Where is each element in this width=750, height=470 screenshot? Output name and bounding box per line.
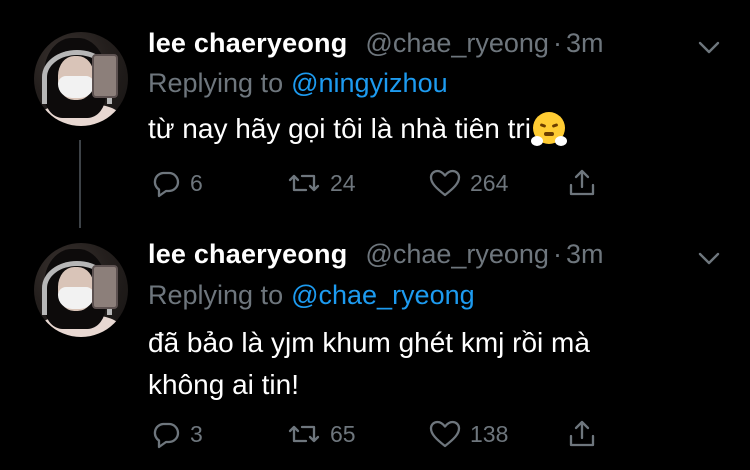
display-name[interactable]: lee chaeryeong (148, 28, 347, 59)
retweet-count: 24 (330, 169, 356, 196)
share-button[interactable] (566, 418, 598, 450)
mention-link[interactable]: @ningyizhou (291, 68, 448, 98)
replying-prefix: Replying to (148, 280, 284, 310)
caret-down-icon[interactable] (696, 38, 722, 58)
separator: · (552, 239, 562, 269)
share-icon (569, 169, 595, 196)
separator: · (552, 28, 562, 58)
retweet-icon (288, 425, 320, 443)
tweet-text: đã bảo là yjm khum ghét kmj rồi mà không… (148, 322, 708, 406)
reply-icon (153, 422, 180, 449)
retweet-icon (288, 174, 320, 192)
share-icon (569, 420, 595, 447)
timestamp[interactable]: 3m (566, 239, 604, 270)
replying-to: Replying to @chae_ryeong (148, 280, 475, 311)
like-icon (429, 169, 461, 197)
user-handle[interactable]: @chae_ryeong (365, 28, 549, 59)
caret-down-icon[interactable] (696, 249, 722, 269)
user-handle[interactable]: @chae_ryeong (365, 239, 549, 270)
share-button[interactable] (566, 167, 598, 199)
like-count: 264 (470, 169, 509, 196)
tweet-1[interactable]: lee chaeryeong @chae_ryeong · 3m Replyin… (0, 0, 750, 225)
tweet-text-content: từ nay hãy gọi tôi là nhà tiên tri (148, 113, 531, 144)
reply-count: 6 (190, 169, 203, 196)
reply-icon (153, 171, 180, 198)
reply-count: 3 (190, 420, 203, 447)
tweet-2[interactable]: lee chaeryeong @chae_ryeong · 3m Replyin… (0, 225, 750, 470)
retweet-button[interactable]: 65 (286, 418, 356, 450)
like-icon (429, 420, 461, 448)
avatar[interactable] (34, 243, 128, 337)
like-count: 138 (470, 420, 509, 447)
retweet-button[interactable]: 24 (286, 167, 356, 199)
like-button[interactable]: 138 (428, 418, 508, 450)
tweet-header: lee chaeryeong @chae_ryeong · 3m (148, 28, 603, 59)
replying-to: Replying to @ningyizhou (148, 68, 448, 99)
mention-link[interactable]: @chae_ryeong (291, 280, 475, 310)
thread-line (79, 140, 81, 228)
retweet-count: 65 (330, 420, 356, 447)
like-button[interactable]: 264 (428, 167, 508, 199)
reply-button[interactable]: 6 (150, 167, 203, 199)
replying-prefix: Replying to (148, 68, 284, 98)
timestamp[interactable]: 3m (566, 28, 604, 59)
reply-button[interactable]: 3 (150, 418, 203, 450)
tweet-text-line-2: không ai tin! (148, 369, 299, 400)
tweet-text-line-1: đã bảo là yjm khum ghét kmj rồi mà (148, 327, 590, 358)
tweet-text: từ nay hãy gọi tôi là nhà tiên tri (148, 108, 708, 150)
action-bar: 6 24 264 (150, 167, 610, 201)
tweet-header: lee chaeryeong @chae_ryeong · 3m (148, 239, 603, 270)
steam-face-emoji-icon (530, 112, 567, 146)
display-name[interactable]: lee chaeryeong (148, 239, 347, 270)
action-bar: 3 65 138 (150, 418, 610, 452)
avatar[interactable] (34, 32, 128, 126)
